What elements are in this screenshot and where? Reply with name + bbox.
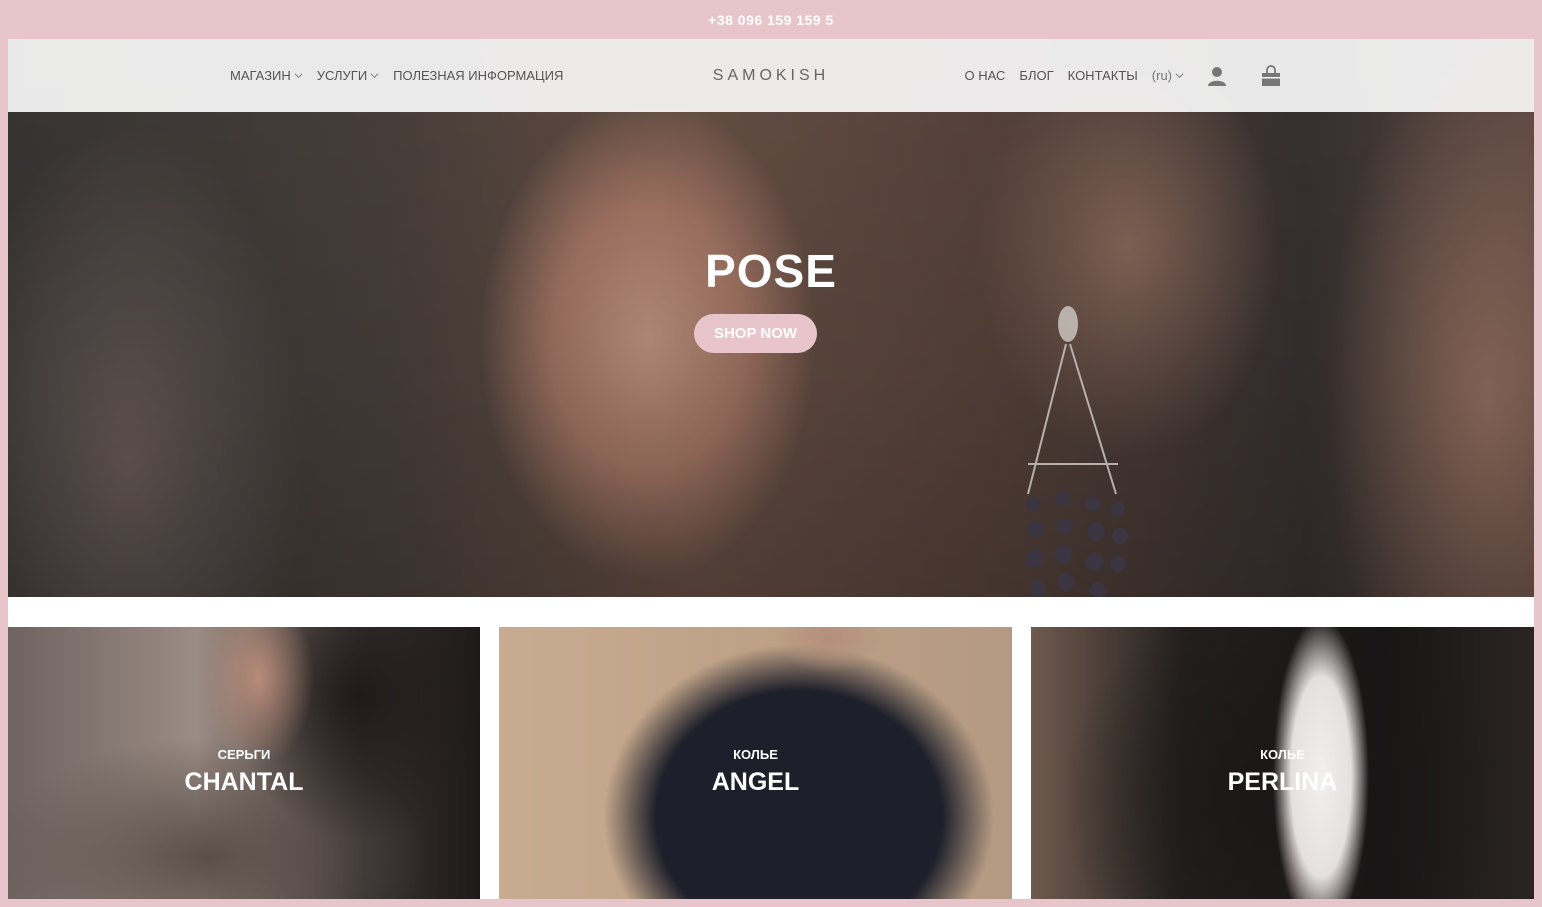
hero-title: POSE [705,245,837,297]
card-title: CHANTAL [184,768,304,796]
shop-now-button[interactable]: SHOP NOW [694,314,817,353]
card-title: PERLINA [1227,768,1338,796]
page-frame: POSE SHOP NOW МАГАЗИН УСЛУГИ ПОЛЕЗНАЯ ИН… [8,39,1534,899]
chevron-down-icon [370,73,379,79]
nav-item-blog[interactable]: БЛОГ [1019,68,1053,83]
chevron-down-icon [294,73,303,79]
card-title: ANGEL [711,768,800,796]
nav-item-label: КОНТАКТЫ [1067,68,1138,83]
product-card-angel[interactable]: КОЛЬЕ ANGEL [499,627,1012,899]
top-bar: +38 096 159 159 5 [0,0,1542,39]
site-logo[interactable]: SAMOKISH [713,67,829,85]
shopping-bag-icon[interactable] [1260,64,1282,87]
chevron-down-icon [1175,73,1184,79]
language-label: (ru) [1151,68,1172,83]
card-category: СЕРЬГИ [217,747,271,762]
secondary-nav: О НАС БЛОГ КОНТАКТЫ (ru) [965,39,1282,112]
nav-item-label: МАГАЗИН [230,68,291,83]
nav-item-label: БЛОГ [1019,68,1054,83]
product-card-chantal[interactable]: СЕРЬГИ CHANTAL [8,627,480,899]
user-icon[interactable] [1206,65,1228,87]
primary-nav: МАГАЗИН УСЛУГИ ПОЛЕЗНАЯ ИНФОРМАЦИЯ [230,39,563,112]
nav-item-shop[interactable]: МАГАЗИН [230,68,303,83]
earring-decoration [1025,306,1128,597]
phone-number[interactable]: +38 096 159 159 5 [708,12,834,28]
nav-item-label: ПОЛЕЗНАЯ ИНФОРМАЦИЯ [393,68,564,83]
nav-item-about[interactable]: О НАС [965,68,1006,83]
nav-item-label: УСЛУГИ [316,68,368,83]
nav-item-useful-info[interactable]: ПОЛЕЗНАЯ ИНФОРМАЦИЯ [393,68,563,83]
card-category: КОЛЬЕ [1260,747,1305,762]
site-header: МАГАЗИН УСЛУГИ ПОЛЕЗНАЯ ИНФОРМАЦИЯ SAMOK… [8,39,1534,112]
hero-banner: POSE SHOP NOW МАГАЗИН УСЛУГИ ПОЛЕЗНАЯ ИН… [8,39,1534,597]
nav-item-label: О НАС [964,68,1006,83]
product-card-perlina[interactable]: КОЛЬЕ PERLINA [1031,627,1534,899]
nav-item-services[interactable]: УСЛУГИ [317,68,379,83]
language-selector[interactable]: (ru) [1152,68,1184,83]
card-category: КОЛЬЕ [733,747,778,762]
nav-item-contacts[interactable]: КОНТАКТЫ [1068,68,1138,83]
